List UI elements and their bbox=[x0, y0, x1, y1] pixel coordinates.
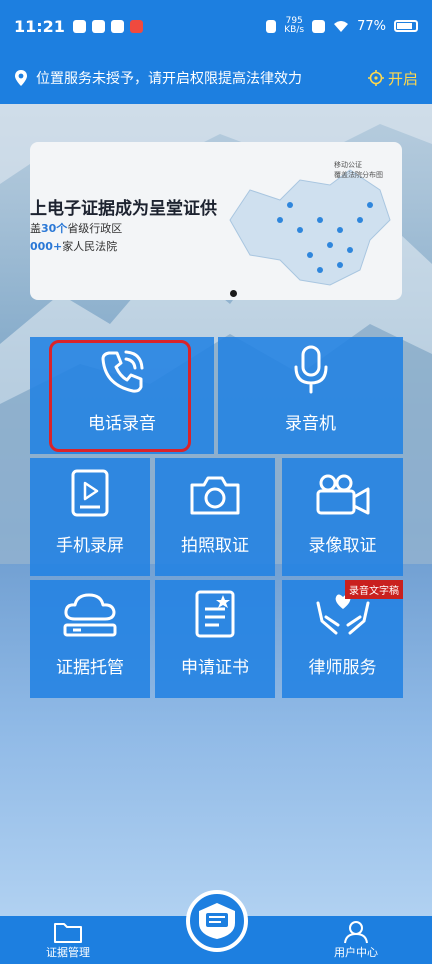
carousel-dot bbox=[230, 290, 237, 297]
folder-icon bbox=[54, 923, 82, 943]
data-saver-icon bbox=[312, 19, 326, 33]
location-permission-bar: 位置服务未授予，请开启权限提高法律效力 开启 bbox=[0, 52, 432, 104]
banner-map-caption: 移动公证 覆盖法院分布图 bbox=[334, 161, 383, 179]
tile-photo-evidence[interactable]: 拍照取证 bbox=[155, 458, 275, 576]
video-camera-icon bbox=[316, 474, 369, 515]
tile-label: 拍照取证 bbox=[181, 536, 249, 556]
user-icon bbox=[344, 921, 368, 944]
transcript-badge: 录音文字稿 bbox=[345, 580, 403, 599]
tile-apply-certificate[interactable]: 申请证书 bbox=[155, 580, 275, 698]
battery-percent: 77% bbox=[357, 18, 386, 34]
enable-location-button[interactable]: 开启 bbox=[367, 68, 418, 89]
tile-audio-recorder[interactable]: 录音机 bbox=[218, 337, 403, 454]
tile-label: 手机录屏 bbox=[56, 536, 124, 556]
home-logo-button[interactable] bbox=[186, 890, 248, 952]
camera-icon bbox=[190, 476, 240, 515]
location-pin-icon bbox=[15, 70, 27, 86]
tile-evidence-custody[interactable]: 证据托管 bbox=[30, 580, 150, 698]
status-bar: 11:21 795 KB/s 77% bbox=[0, 0, 432, 52]
mobile-notary-logo-icon bbox=[199, 903, 235, 939]
banner-title: 上电子证据成为呈堂证供 bbox=[30, 199, 217, 219]
app-notification-icon bbox=[91, 19, 105, 33]
tile-label: 录音机 bbox=[285, 414, 336, 434]
tile-label: 录像取证 bbox=[308, 536, 377, 556]
vibrate-icon bbox=[266, 19, 277, 33]
shield-icon bbox=[72, 19, 86, 33]
battery-icon bbox=[394, 20, 418, 32]
target-icon bbox=[367, 70, 384, 86]
carousel-indicator bbox=[230, 290, 237, 297]
microphone-icon bbox=[294, 345, 327, 394]
banner-line1: 盖30个省级行政区 bbox=[30, 222, 123, 235]
location-message: 位置服务未授予，请开启权限提高法律效力 bbox=[36, 71, 302, 87]
net-speed: 795 KB/s bbox=[284, 16, 305, 35]
tile-video-evidence[interactable]: 录像取证 bbox=[282, 458, 403, 576]
tile-label: 律师服务 bbox=[308, 658, 377, 678]
app-badge-icon bbox=[129, 19, 143, 33]
cloud-storage-icon bbox=[63, 593, 117, 637]
promo-banner[interactable]: 上电子证据成为呈堂证供 盖30个省级行政区 000+家人民法院 移动公证 覆盖法… bbox=[30, 142, 402, 300]
enable-label: 开启 bbox=[387, 69, 418, 88]
highlight-box bbox=[49, 340, 191, 452]
banner-line2: 000+家人民法院 bbox=[30, 240, 118, 253]
nav-label: 证据管理 bbox=[46, 946, 90, 959]
wifi-icon bbox=[334, 20, 349, 32]
nav-user-center[interactable]: 用户中心 bbox=[334, 920, 378, 960]
tile-label: 证据托管 bbox=[56, 658, 124, 678]
nav-evidence-management[interactable]: 证据管理 bbox=[46, 920, 90, 960]
nav-label: 用户中心 bbox=[334, 946, 378, 959]
phone-screen-record-icon bbox=[71, 469, 109, 517]
message-icon bbox=[110, 19, 124, 33]
tile-label: 申请证书 bbox=[181, 658, 249, 678]
certificate-icon bbox=[195, 590, 235, 638]
tile-lawyer-service[interactable]: 录音文字稿 律师服务 bbox=[282, 580, 403, 698]
tile-screen-record[interactable]: 手机录屏 bbox=[30, 458, 150, 576]
status-time: 11:21 bbox=[14, 16, 65, 36]
